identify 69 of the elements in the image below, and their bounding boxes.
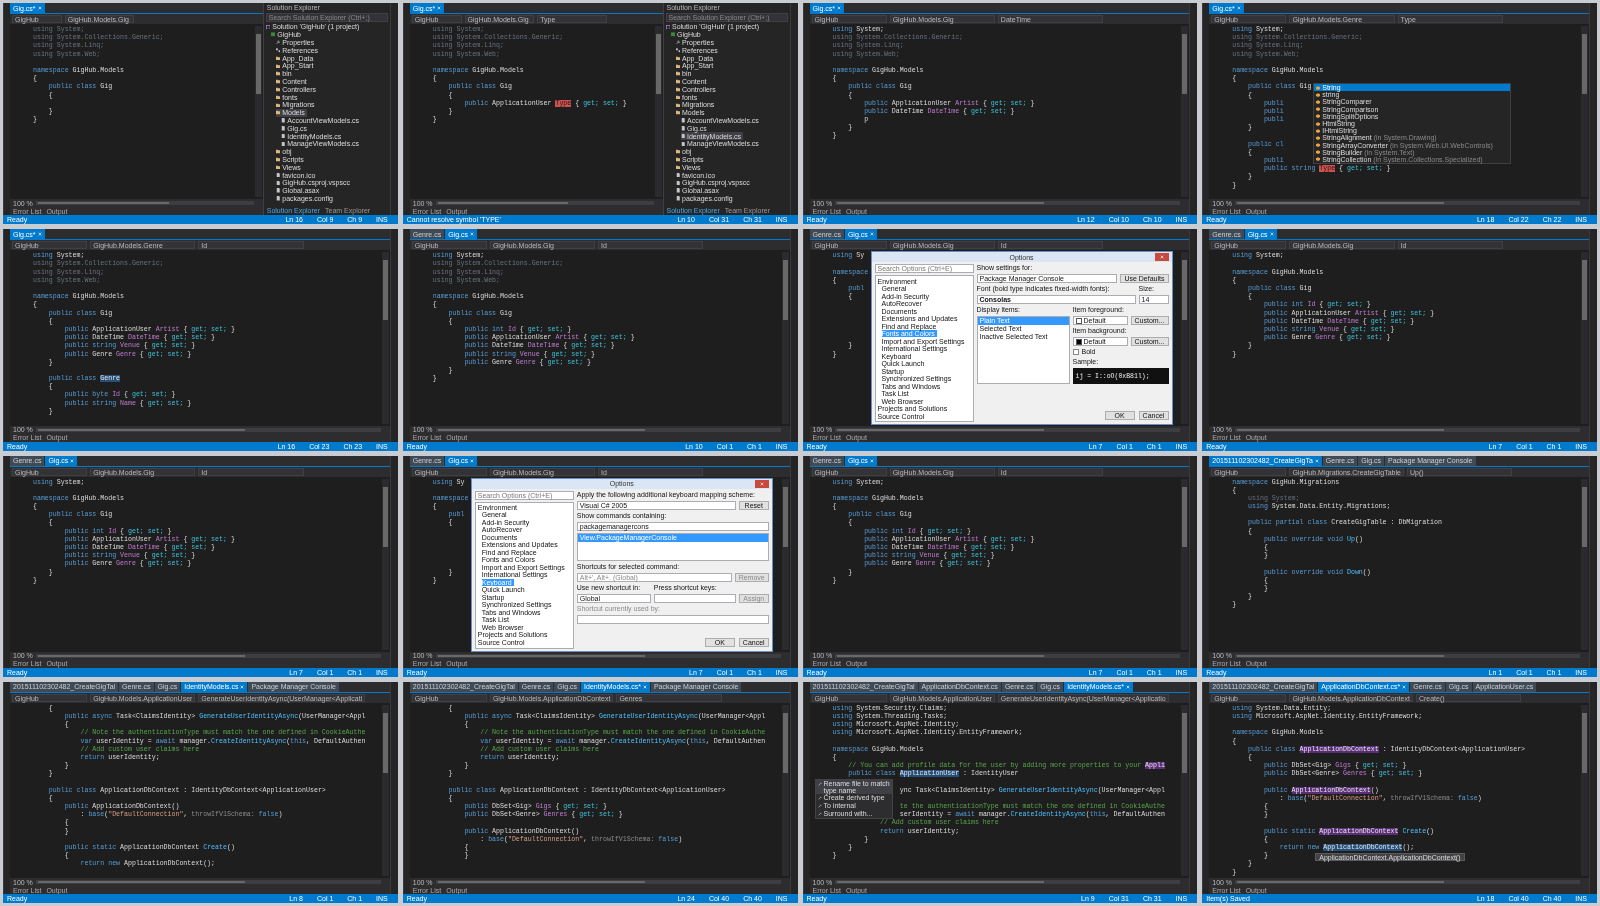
vertical-scrollbar[interactable] [654,26,662,198]
screwdriver-icon [817,811,822,816]
horizontal-scrollbar[interactable] [435,653,781,658]
screwdriver-icon [817,795,822,800]
close-icon[interactable] [869,232,874,237]
close-icon[interactable] [759,481,764,486]
close-icon[interactable] [37,232,42,237]
solution-icon [265,24,271,30]
vertical-scrollbar[interactable] [1581,478,1588,650]
vertical-scrollbar[interactable] [781,704,789,876]
wrench-icon [675,40,680,45]
close-icon[interactable] [1236,6,1241,10]
close-icon[interactable] [37,6,42,10]
close-icon[interactable] [470,232,474,237]
close-button[interactable] [754,479,769,488]
close-icon[interactable] [1269,232,1274,237]
screwdriver-icon [817,803,822,808]
close-icon[interactable] [437,6,442,10]
vertical-scrollbar[interactable] [1581,704,1588,876]
horizontal-scrollbar[interactable] [435,880,781,884]
horizontal-scrollbar[interactable] [835,653,1181,658]
vertical-scrollbar[interactable] [781,252,789,424]
close-icon[interactable] [1402,684,1407,689]
close-icon[interactable] [70,458,75,463]
horizontal-scrollbar[interactable] [35,880,381,884]
screwdriver-icon [817,781,822,786]
horizontal-scrollbar[interactable] [1235,880,1580,884]
project-icon [670,32,675,37]
horizontal-scrollbar[interactable] [35,201,254,206]
close-icon[interactable] [1159,255,1164,260]
horizontal-scrollbar[interactable] [1235,653,1580,658]
vertical-scrollbar[interactable] [1181,478,1189,650]
color-swatch [1075,338,1082,345]
horizontal-scrollbar[interactable] [1235,427,1580,432]
input-field[interactable] [653,593,736,603]
vertical-scrollbar[interactable] [1181,704,1189,876]
close-icon[interactable] [869,458,874,463]
horizontal-scrollbar[interactable] [35,653,381,658]
project-icon [270,32,276,37]
close-button[interactable] [1154,253,1169,262]
horizontal-scrollbar[interactable] [835,427,1181,432]
dropdown[interactable] [576,614,769,624]
vertical-scrollbar[interactable] [381,704,389,876]
blocks-icon [675,48,680,53]
close-icon[interactable] [1125,684,1130,689]
close-icon[interactable] [837,6,842,10]
solution-icon [665,24,670,30]
horizontal-scrollbar[interactable] [835,201,1181,206]
horizontal-scrollbar[interactable] [835,880,1181,884]
close-icon[interactable] [642,684,647,689]
vertical-scrollbar[interactable] [1181,252,1189,424]
close-icon[interactable] [470,458,474,463]
wrench-icon [275,40,281,45]
horizontal-scrollbar[interactable] [435,201,654,206]
vertical-scrollbar[interactable] [1581,252,1588,424]
close-icon[interactable] [240,684,245,689]
horizontal-scrollbar[interactable] [35,427,381,432]
vertical-scrollbar[interactable] [381,478,389,650]
color-swatch [1075,317,1082,324]
vertical-scrollbar[interactable] [254,26,262,198]
blocks-icon [275,48,281,53]
checkbox[interactable] [1072,349,1079,356]
close-icon[interactable] [1314,458,1319,463]
vertical-scrollbar[interactable] [1181,26,1189,198]
horizontal-scrollbar[interactable] [435,427,781,432]
vertical-scrollbar[interactable] [1581,26,1588,198]
vertical-scrollbar[interactable] [781,478,789,650]
horizontal-scrollbar[interactable] [1235,201,1580,206]
vertical-scrollbar[interactable] [381,252,389,424]
